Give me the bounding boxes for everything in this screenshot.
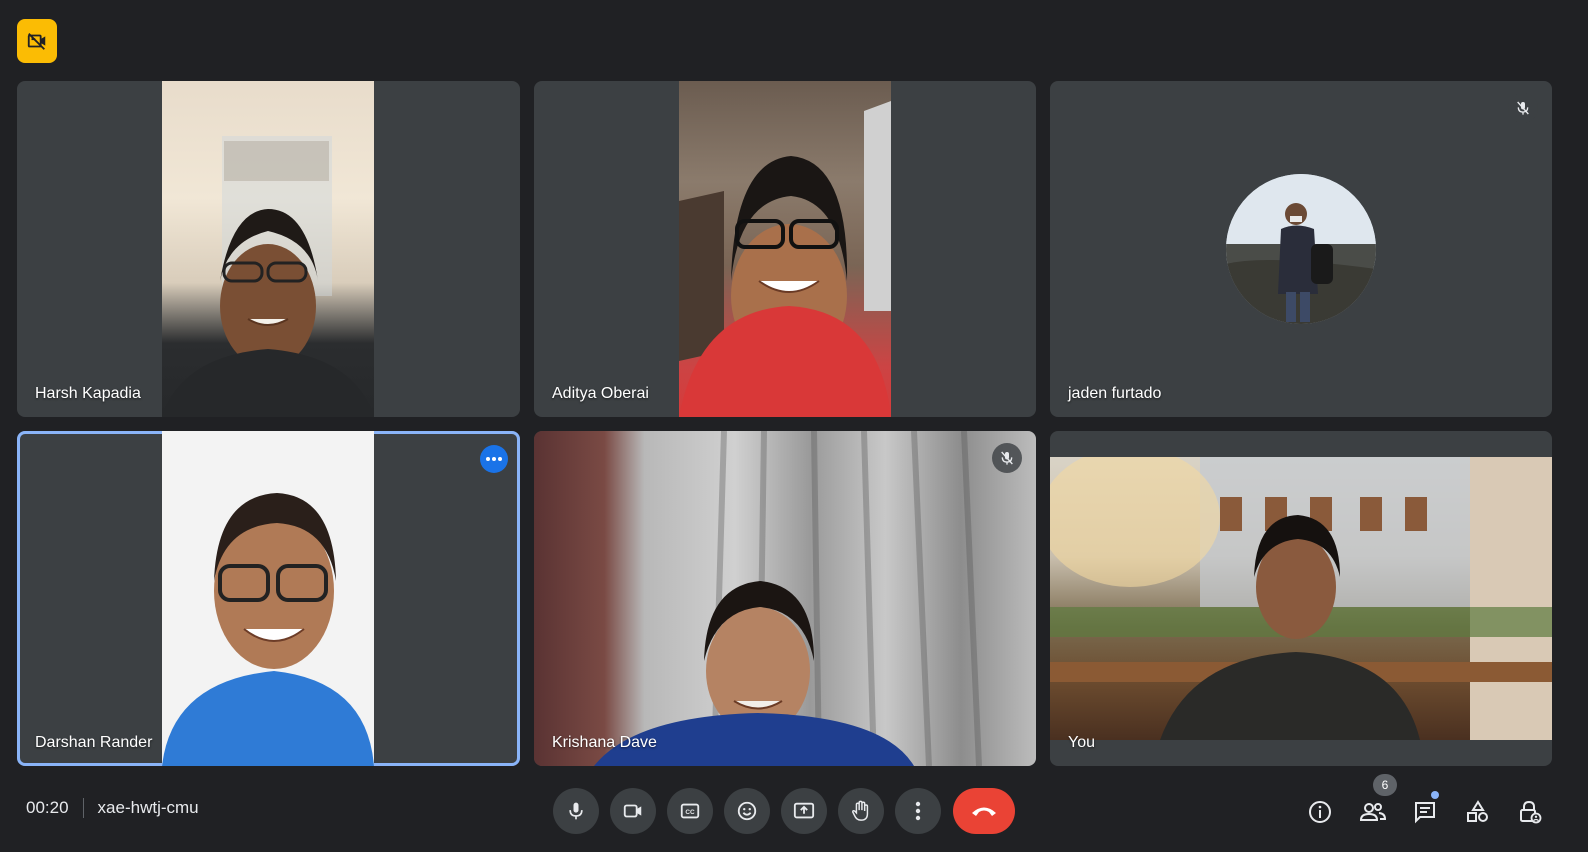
microphone-button[interactable] — [553, 788, 599, 834]
person-figure — [594, 431, 982, 766]
svg-text:CC: CC — [685, 809, 695, 816]
camera-button[interactable] — [610, 788, 656, 834]
chat-button[interactable] — [1405, 792, 1445, 832]
meeting-code[interactable]: xae-hwtj-cmu — [98, 798, 199, 818]
participant-tile[interactable]: Harsh Kapadia — [17, 81, 520, 417]
raise-hand-button[interactable] — [838, 788, 884, 834]
more-vertical-icon — [915, 801, 921, 821]
host-controls-button[interactable] — [1510, 792, 1550, 832]
participant-name: You — [1068, 734, 1095, 751]
participant-tile[interactable]: jaden furtado — [1050, 81, 1552, 417]
divider — [82, 798, 84, 818]
more-horizontal-icon — [486, 457, 502, 461]
captions-button[interactable]: CC — [667, 788, 713, 834]
meeting-toolbar: 00:20 xae-hwtj-cmu CC — [0, 770, 1588, 852]
participant-tile-self[interactable]: You — [1050, 431, 1552, 766]
participant-name: Harsh Kapadia — [35, 385, 141, 402]
participant-video — [679, 81, 891, 417]
activities-icon — [1467, 800, 1488, 822]
host-controls-icon — [1520, 800, 1542, 824]
video-off-icon — [27, 33, 46, 50]
person-figure — [162, 136, 374, 417]
chat-notification-dot — [1431, 791, 1439, 799]
emoji-button[interactable] — [724, 788, 770, 834]
people-count-badge: 6 — [1373, 774, 1397, 796]
participant-video — [162, 81, 374, 417]
recording-badge[interactable] — [17, 19, 57, 63]
info-icon — [1309, 801, 1331, 823]
more-options-button[interactable] — [895, 788, 941, 834]
end-call-button[interactable] — [953, 788, 1015, 834]
participant-video — [162, 431, 374, 766]
meeting-info: 00:20 xae-hwtj-cmu — [26, 798, 199, 818]
present-button[interactable] — [781, 788, 827, 834]
person-figure — [1050, 447, 1552, 740]
participant-tile[interactable]: Krishana Dave — [534, 431, 1036, 766]
present-icon — [793, 802, 815, 819]
chat-icon — [1415, 802, 1435, 824]
raise-hand-icon — [852, 800, 869, 821]
people-icon — [1360, 803, 1386, 821]
participant-name: Aditya Oberai — [552, 385, 649, 402]
emoji-icon — [737, 801, 757, 821]
participant-tile-active[interactable]: Darshan Rander — [17, 431, 520, 766]
participant-video — [534, 431, 1036, 766]
mic-off-icon — [992, 443, 1022, 473]
mic-off-icon — [1508, 93, 1538, 123]
more-options-button[interactable] — [480, 445, 508, 473]
participant-video — [1050, 447, 1552, 740]
participant-tile[interactable]: Aditya Oberai — [534, 81, 1036, 417]
camera-icon — [623, 804, 642, 818]
end-call-icon — [972, 807, 996, 816]
participant-name: Krishana Dave — [552, 734, 657, 751]
activities-button[interactable] — [1458, 792, 1498, 832]
meeting-time: 00:20 — [26, 798, 69, 817]
person-figure — [162, 493, 374, 766]
participant-name: Darshan Rander — [35, 734, 153, 751]
people-button[interactable] — [1353, 792, 1393, 832]
avatar — [1226, 174, 1376, 324]
mic-icon — [569, 802, 583, 820]
captions-icon: CC — [680, 803, 700, 819]
participant-name: jaden furtado — [1068, 385, 1162, 402]
person-figure — [679, 101, 891, 417]
meeting-details-button[interactable] — [1300, 792, 1340, 832]
